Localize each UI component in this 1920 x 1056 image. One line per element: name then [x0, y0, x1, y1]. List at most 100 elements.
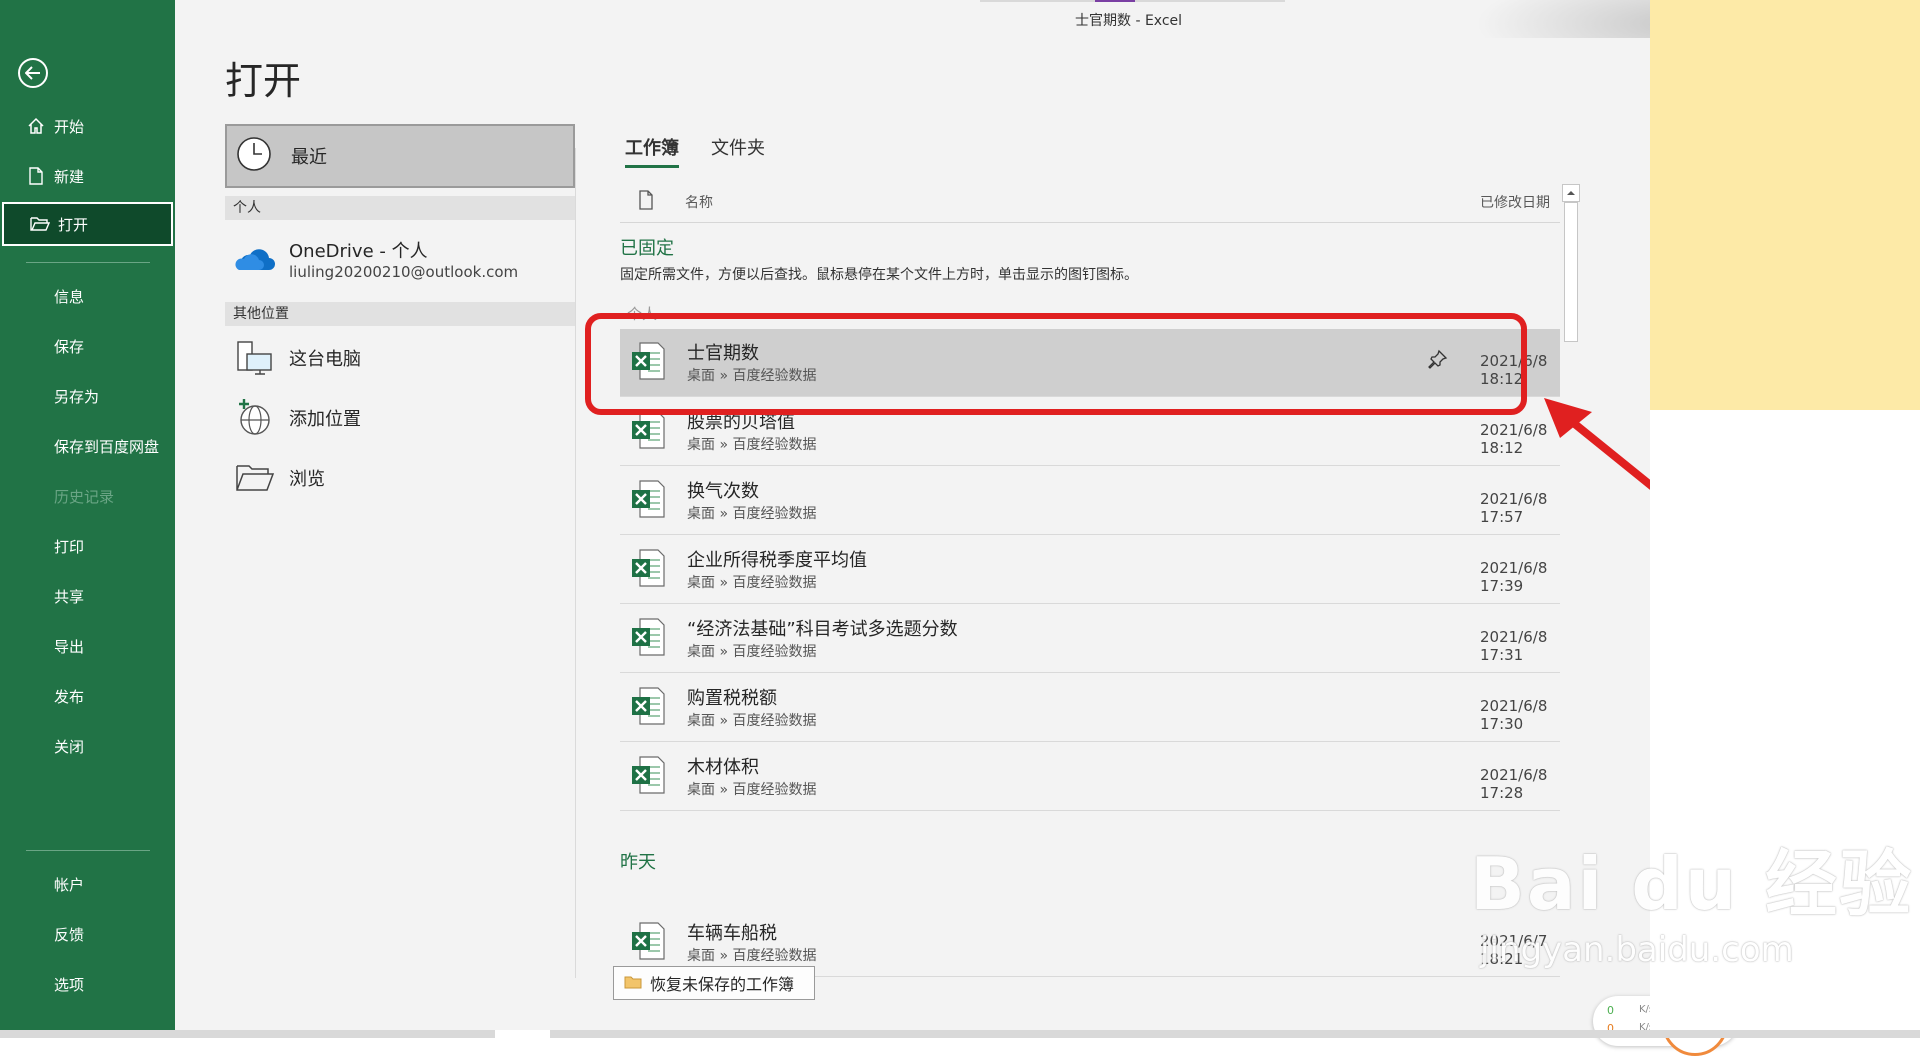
- nav-close[interactable]: 关闭: [0, 724, 175, 768]
- nav-save-as[interactable]: 另存为: [0, 374, 175, 418]
- recent-button[interactable]: 最近: [225, 124, 575, 188]
- column-date-header[interactable]: 已修改日期: [1480, 192, 1550, 212]
- nav-open-label: 打开: [58, 215, 89, 234]
- window-title: 士官期数 - Excel: [1075, 13, 1183, 29]
- this-pc-label: 这台电脑: [289, 349, 361, 370]
- file-name: 企业所得税季度平均值: [687, 550, 867, 571]
- open-folder-icon: [28, 216, 52, 232]
- excel-file-icon: [630, 548, 666, 592]
- place-this-pc[interactable]: 这台电脑: [225, 330, 575, 386]
- tab-workbooks[interactable]: 工作簿: [625, 134, 679, 168]
- place-browse[interactable]: 浏览: [225, 450, 575, 506]
- scroll-up-button[interactable]: [1562, 184, 1580, 202]
- scrollbar-thumb[interactable]: [1564, 202, 1578, 342]
- computer-icon: [233, 338, 277, 378]
- nav-new[interactable]: 新建: [0, 154, 175, 198]
- file-path: 桌面 » 百度经验数据: [687, 782, 817, 798]
- folder-icon: [624, 974, 642, 993]
- file-name: 购置税税额: [687, 688, 777, 709]
- nav-print[interactable]: 打印: [0, 524, 175, 568]
- home-icon: [24, 117, 48, 135]
- browse-folder-icon: [233, 462, 277, 494]
- nav-new-label: 新建: [54, 167, 85, 186]
- title-bar: 士官期数 - Excel 刘 玲: [175, 0, 1825, 80]
- file-path: 桌面 » 百度经验数据: [687, 506, 817, 522]
- nav-share-label: 共享: [54, 587, 85, 606]
- nav-publish[interactable]: 发布: [0, 674, 175, 718]
- list-header: 名称 已修改日期: [620, 178, 1560, 223]
- nav-save-baidu-label: 保存到百度网盘: [54, 437, 160, 456]
- page-title: 打开: [225, 59, 302, 103]
- recover-button-label: 恢复未保存的工作簿: [650, 975, 795, 994]
- tab-folders[interactable]: 文件夹: [711, 134, 765, 168]
- pinned-title: 已固定: [620, 238, 674, 259]
- file-path: 桌面 » 百度经验数据: [687, 437, 817, 453]
- nav-info[interactable]: 信息: [0, 274, 175, 318]
- file-modified-date: 2021/6/8 17:30: [1480, 697, 1548, 733]
- file-row[interactable]: 木材体积桌面 » 百度经验数据 2021/6/8 17:28: [620, 743, 1560, 811]
- file-modified-date: 2021/6/7 18:21: [1480, 932, 1548, 968]
- file-type-icon: [638, 190, 654, 214]
- sticky-note-area: [1650, 0, 1920, 410]
- file-row[interactable]: “经济法基础”科目考试多选题分数 桌面 » 百度经验数据 2021/6/8 17:3…: [620, 605, 1560, 673]
- file-modified-date: 2021/6/8 17:39: [1480, 559, 1548, 595]
- nav-info-label: 信息: [54, 287, 85, 306]
- nav-close-label: 关闭: [54, 737, 85, 756]
- backstage-main: 打开 最近 个人 OneDrive - 个人 liuling20200210@o…: [175, 38, 1738, 1056]
- file-row[interactable]: 企业所得税季度平均值桌面 » 百度经验数据 2021/6/8 17:39: [620, 536, 1560, 604]
- nav-share[interactable]: 共享: [0, 574, 175, 618]
- nav-feedback[interactable]: 反馈: [0, 912, 175, 956]
- column-name-header[interactable]: 名称: [685, 192, 713, 212]
- nav-account[interactable]: 帐户: [0, 862, 175, 906]
- annotation-highlight-box: [585, 313, 1527, 415]
- excel-file-icon: [630, 755, 666, 799]
- file-path: 桌面 » 百度经验数据: [687, 575, 817, 591]
- nav-save-as-label: 另存为: [54, 387, 100, 406]
- file-row[interactable]: 换气次数 桌面 » 百度经验数据 2021/6/8 17:57: [620, 467, 1560, 535]
- file-modified-date: 2021/6/8 17:28: [1480, 766, 1548, 802]
- onedrive-cloud-icon: [233, 246, 277, 272]
- nav-save-label: 保存: [54, 337, 85, 356]
- back-arrow-icon[interactable]: [18, 58, 48, 88]
- file-path: 桌面 » 百度经验数据: [687, 713, 817, 729]
- new-document-icon: [24, 167, 48, 185]
- file-name: “经济法基础”科目考试多选题分数: [687, 619, 958, 640]
- column-divider: [575, 148, 576, 978]
- nav-separator: [26, 850, 150, 851]
- place-onedrive[interactable]: OneDrive - 个人 liuling20200210@outlook.co…: [225, 228, 575, 290]
- nav-save[interactable]: 保存: [0, 324, 175, 368]
- file-row[interactable]: 购置税税额桌面 » 百度经验数据 2021/6/8 17:30: [620, 674, 1560, 742]
- nav-history-label: 历史记录: [54, 487, 115, 506]
- file-name: 木材体积: [687, 757, 759, 778]
- nav-publish-label: 发布: [54, 687, 85, 706]
- excel-file-icon: [630, 686, 666, 730]
- file-modified-date: 2021/6/8 17:31: [1480, 628, 1548, 664]
- nav-export[interactable]: 导出: [0, 624, 175, 668]
- add-place-label: 添加位置: [289, 409, 361, 430]
- backstage-nav: 开始 新建 打开 信息 保存 另存为 保存到百度网盘 历史记录 打印 共享 导出…: [0, 0, 175, 1030]
- nav-options[interactable]: 选项: [0, 962, 175, 1006]
- excel-file-icon: [630, 921, 666, 965]
- recover-unsaved-button[interactable]: 恢复未保存的工作簿: [613, 966, 815, 1000]
- nav-history: 历史记录: [0, 474, 175, 518]
- nav-separator: [26, 262, 150, 263]
- onedrive-label: OneDrive - 个人: [289, 241, 428, 262]
- file-path: 桌面 » 百度经验数据: [687, 948, 817, 964]
- excel-file-icon: [630, 479, 666, 523]
- title-accent-indicator: [1095, 0, 1135, 2]
- add-place-globe-icon: [233, 398, 277, 438]
- excel-file-icon: [630, 410, 666, 454]
- pinned-description: 固定所需文件，方便以后查找。鼠标悬停在某个文件上方时，单击显示的图钉图标。: [620, 267, 1138, 283]
- nav-open[interactable]: 打开: [2, 202, 173, 246]
- nav-save-baidu[interactable]: 保存到百度网盘: [0, 424, 175, 468]
- onedrive-account: liuling20200210@outlook.com: [289, 263, 519, 281]
- nav-feedback-label: 反馈: [54, 925, 85, 944]
- nav-account-label: 帐户: [54, 875, 85, 894]
- file-name: 车辆车船税: [687, 923, 777, 944]
- place-add-location[interactable]: 添加位置: [225, 390, 575, 446]
- yesterday-title: 昨天: [620, 852, 656, 873]
- bottom-scroll-thumb[interactable]: [495, 1030, 550, 1038]
- nav-print-label: 打印: [54, 537, 85, 556]
- list-tabs: 工作簿 文件夹: [625, 134, 797, 168]
- nav-home[interactable]: 开始: [0, 104, 175, 148]
